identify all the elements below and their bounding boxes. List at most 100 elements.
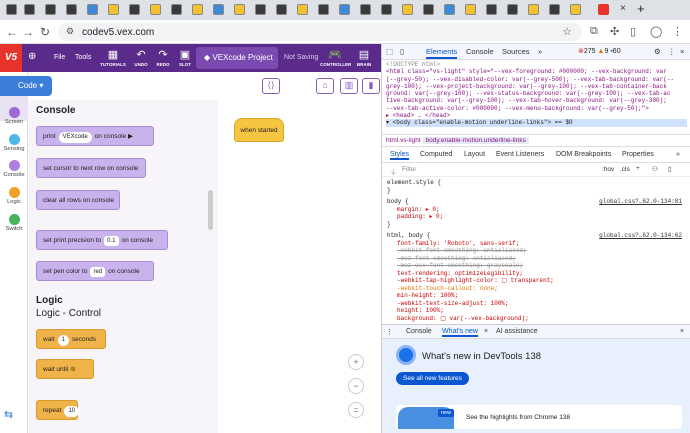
help-icon[interactable]: ▮	[362, 78, 380, 94]
tab-favicon[interactable]	[150, 4, 161, 15]
subtab-layout[interactable]: Layout	[464, 151, 485, 158]
site-info-icon[interactable]: ⚙	[66, 26, 74, 37]
issue-counts[interactable]: ⊗275 ▲9 ▪60	[578, 47, 621, 55]
pen-color-dropdown[interactable]: red	[90, 267, 106, 277]
tab-favicon[interactable]	[402, 4, 413, 15]
tab-elements[interactable]: Elements	[426, 47, 458, 59]
slot-button[interactable]: ▣ SLOT	[172, 48, 198, 67]
tab-favicon[interactable]	[192, 4, 203, 15]
back-icon[interactable]: ←	[6, 25, 18, 39]
hov-toggle[interactable]: :hov	[602, 166, 614, 173]
inspect-icon[interactable]: ⬚	[386, 47, 393, 56]
drawer-tab-ai-assistance[interactable]: AI assistance	[496, 328, 538, 335]
tab-favicon[interactable]	[24, 4, 35, 15]
bookmark-star-icon[interactable]: ☆	[562, 25, 572, 38]
globe-icon[interactable]: ⊕	[28, 51, 36, 62]
tab-favicon[interactable]	[108, 4, 119, 15]
style-prop-margin[interactable]: margin: ▸ 0;	[387, 206, 686, 214]
tab-favicon[interactable]	[297, 4, 308, 15]
precision-dropdown[interactable]: 0.1	[104, 236, 119, 246]
code-tab[interactable]: Code ▾	[0, 76, 52, 96]
sidepanel-icon[interactable]: ▯	[630, 25, 636, 38]
reset-zoom-icon[interactable]: =	[348, 402, 364, 418]
print-value-input[interactable]: VEXcode	[58, 132, 92, 143]
wait-value-input[interactable]: 1	[57, 335, 69, 346]
repeat-value-input[interactable]: 10	[64, 406, 80, 417]
tutorials-button[interactable]: ▦ TUTORIALS	[100, 48, 126, 67]
style-rule-selector[interactable]: element.style {	[387, 179, 686, 187]
dom-line[interactable]: (--grey-50); --vex-disabled-color: var(-…	[386, 76, 687, 83]
more-subtabs-icon[interactable]: »	[676, 151, 680, 158]
subtab-event-listeners[interactable]: Event Listeners	[496, 151, 544, 158]
sidebar-toggle-icon[interactable]: ▯	[668, 165, 672, 173]
dom-line[interactable]: <!DOCTYPE html>	[386, 61, 687, 68]
tab-favicon[interactable]	[276, 4, 287, 15]
zoom-out-icon[interactable]: −	[348, 378, 364, 394]
tab-favicon[interactable]	[45, 4, 56, 15]
tab-favicon[interactable]	[423, 4, 434, 15]
device-manager-icon[interactable]: ⇆	[4, 408, 22, 424]
rendering-icon[interactable]: ⚇	[652, 165, 658, 173]
tab-favicon[interactable]	[465, 4, 476, 15]
tab-favicon[interactable]	[339, 4, 350, 15]
breadcrumb-html[interactable]: html.vs-light	[386, 137, 421, 144]
print-block[interactable]: print VEXcode on console ▶	[36, 126, 154, 146]
tab-favicon[interactable]	[507, 4, 518, 15]
category-logic[interactable]: Logic	[0, 187, 28, 205]
style-prop-moz-osx[interactable]: -moz-osx-font-smoothing: grayscale;	[387, 262, 686, 270]
zoom-in-icon[interactable]: +	[348, 354, 364, 370]
category-sensing[interactable]: Sensing	[0, 134, 28, 152]
cursor-next-row-block[interactable]: set cursor to next row on console	[36, 158, 146, 178]
devtools-menu-icon[interactable]: ⋮	[668, 47, 676, 56]
project-name-button[interactable]: ◆ VEXcode Project	[196, 47, 278, 69]
tab-favicon[interactable]	[318, 4, 329, 15]
tab-favicon[interactable]	[234, 4, 245, 15]
tab-favicon[interactable]	[66, 4, 77, 15]
style-prop-font-family[interactable]: font-family: 'Roboto', sans-serif;	[387, 240, 686, 248]
subtab-computed[interactable]: Computed	[420, 151, 452, 158]
close-drawer-icon[interactable]: ×	[680, 328, 684, 335]
when-started-block[interactable]: when started	[234, 118, 284, 142]
tab-console[interactable]: Console	[466, 47, 494, 56]
style-prop-text-rendering[interactable]: text-rendering: optimizeLegibility;	[387, 270, 686, 278]
reload-icon[interactable]: ↻	[40, 25, 50, 39]
url-text[interactable]: codev5.vex.com	[82, 27, 154, 38]
style-source-link[interactable]: global.css?…62.0-134:81	[599, 198, 682, 206]
tab-favicon[interactable]	[213, 4, 224, 15]
style-prop-webkit-smoothing[interactable]: -webkit-font-smoothing: antialiased;	[387, 247, 686, 255]
dom-line-selected[interactable]: ▾ <body class="enable-motion underline-l…	[386, 119, 687, 127]
profile-icon[interactable]: ◯	[650, 25, 662, 38]
subtab-dom-breakpoints[interactable]: DOM Breakpoints	[556, 151, 611, 158]
style-source-link[interactable]: global.css?…62.0-134:62	[599, 232, 682, 240]
style-rule-selector[interactable]: html, body {	[387, 232, 430, 239]
tab-favicon[interactable]	[171, 4, 182, 15]
code-view-button[interactable]: ⟨⟩	[262, 78, 280, 94]
tab-favicon[interactable]	[87, 4, 98, 15]
filter-input[interactable]: Filter	[402, 166, 416, 173]
style-rule-selector[interactable]: body {	[387, 198, 409, 205]
add-rule-icon[interactable]: +	[636, 165, 640, 172]
breadcrumb-body[interactable]: body.enable-motion.underline-links	[422, 137, 529, 144]
puzzle-icon[interactable]: ✣	[610, 25, 619, 38]
new-tab-button[interactable]: +	[637, 1, 645, 16]
style-prop-tap-highlight[interactable]: -webkit-tap-highlight-color: ▢ transpare…	[387, 277, 686, 285]
dom-line[interactable]: grey-100); --vex-project-background: var…	[386, 83, 687, 90]
devices-icon[interactable]: ▥	[340, 78, 358, 94]
tab-favicon[interactable]	[486, 4, 497, 15]
settings-gear-icon[interactable]: ⚙	[654, 47, 661, 56]
tab-favicon[interactable]	[444, 4, 455, 15]
tab-favicon[interactable]	[381, 4, 392, 15]
tab-favicon[interactable]	[6, 4, 17, 15]
menu-icon[interactable]: ⋮	[672, 25, 683, 38]
device-toolbar-icon[interactable]: ▯	[400, 47, 404, 56]
dom-line[interactable]: <html class="vs-light" style="--vex-fore…	[386, 68, 687, 75]
tab-favicon[interactable]	[129, 4, 140, 15]
extension-icon[interactable]: ⧉	[590, 25, 598, 38]
close-tab-icon[interactable]: ×	[620, 3, 626, 14]
cls-toggle[interactable]: .cls	[620, 166, 630, 173]
dom-line[interactable]: tive-background: var(--grey-100); --vex-…	[386, 97, 687, 104]
elements-tree[interactable]: <!DOCTYPE html> <html class="vs-light" s…	[382, 60, 690, 134]
wait-until-block[interactable]: wait until ⬢	[36, 359, 94, 379]
brain-button[interactable]: ▤ BRAIN	[352, 48, 376, 67]
style-prop-background[interactable]: background: ▢ var(--vex-background);	[387, 315, 686, 323]
